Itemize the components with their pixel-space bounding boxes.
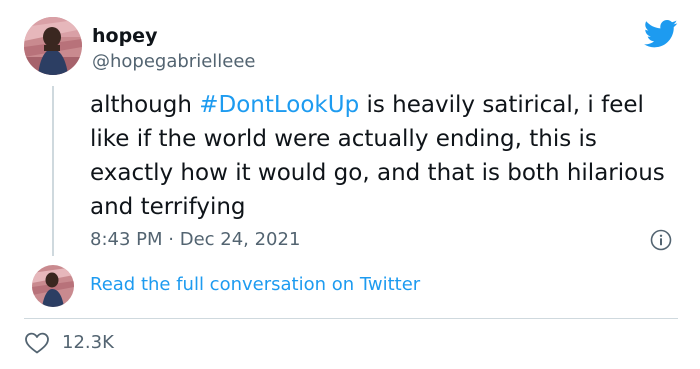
conversation-avatar[interactable]	[32, 265, 74, 307]
thread-connector-line	[52, 86, 54, 256]
tweet-timestamp[interactable]: 8:43 PM · Dec 24, 2021	[90, 228, 300, 252]
avatar-image-small	[32, 265, 74, 307]
heart-icon[interactable]	[24, 331, 50, 355]
tweet-time[interactable]: 8:43 PM	[90, 229, 163, 250]
tweet-text-start: although	[90, 92, 200, 118]
meta-separator: ·	[162, 229, 180, 250]
author-display-name[interactable]: hopey	[92, 24, 157, 48]
tweet-text: although #DontLookUp is heavily satirica…	[90, 88, 670, 224]
like-count: 12.3K	[62, 332, 114, 353]
divider	[24, 318, 678, 319]
avatar-image	[24, 17, 82, 75]
read-full-conversation-link[interactable]: Read the full conversation on Twitter	[90, 273, 420, 297]
hashtag-link[interactable]: #DontLookUp	[199, 92, 359, 118]
info-icon[interactable]	[650, 229, 672, 251]
twitter-bird-icon[interactable]	[643, 19, 678, 49]
tweet-date[interactable]: Dec 24, 2021	[180, 229, 301, 250]
like-button[interactable]: 12.3K	[24, 329, 114, 357]
author-handle[interactable]: @hopegabrielleee	[92, 50, 256, 74]
author-avatar[interactable]	[24, 17, 82, 75]
